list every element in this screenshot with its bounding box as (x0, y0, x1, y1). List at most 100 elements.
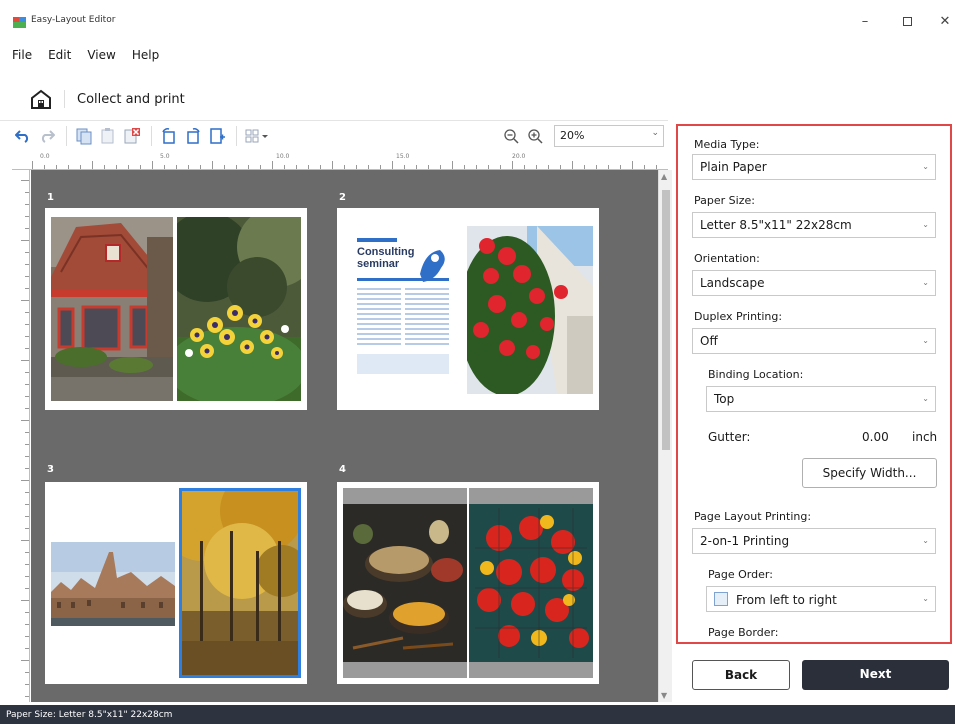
page-1[interactable] (45, 208, 307, 410)
gutter-label: Gutter: (708, 430, 751, 444)
ruler-tick (21, 540, 29, 541)
duplex-printing-select[interactable]: Off ⌄ (692, 328, 936, 354)
maximize-button[interactable] (892, 12, 922, 32)
menu-edit[interactable]: Edit (38, 45, 77, 67)
page-layout-printing-select[interactable]: 2-on-1 Printing ⌄ (692, 528, 936, 554)
ruler-tick (356, 165, 357, 169)
rotate-right-icon[interactable] (182, 125, 204, 147)
orientation-select[interactable]: Landscape ⌄ (692, 270, 936, 296)
scroll-up-icon[interactable]: ▲ (661, 172, 667, 181)
gutter-unit: inch (912, 430, 938, 444)
specify-width-button[interactable]: Specify Width... (802, 458, 937, 488)
tomatoes-photo[interactable] (469, 488, 593, 678)
ruler-tick (620, 165, 621, 169)
ruler-tick (25, 324, 29, 325)
back-button[interactable]: Back (692, 660, 790, 690)
ruler-tick (548, 165, 549, 169)
page-3[interactable] (45, 482, 307, 684)
ruler-tick (25, 636, 29, 637)
zoom-out-icon[interactable] (500, 125, 522, 147)
page-number: 2 (339, 192, 346, 203)
layout-grid-icon[interactable] (243, 125, 277, 147)
ruler-tick (25, 624, 29, 625)
ruler-tick (392, 161, 393, 169)
media-type-select[interactable]: Plain Paper ⌄ (692, 154, 936, 180)
ruler-tick (644, 165, 645, 169)
ruler-tick (25, 612, 29, 613)
page-4[interactable] (337, 482, 599, 684)
delete-page-icon[interactable] (121, 125, 143, 147)
undo-icon[interactable] (12, 125, 34, 147)
close-button[interactable]: ✕ (930, 12, 955, 32)
page-number: 4 (339, 464, 346, 475)
red-flowers-photo[interactable] (467, 226, 593, 394)
ruler-tick (25, 396, 29, 397)
spices-photo[interactable] (343, 488, 467, 678)
rotate-left-icon[interactable] (158, 125, 180, 147)
ruler-tick (536, 165, 537, 169)
add-page-icon[interactable] (206, 125, 228, 147)
ruler-tick (272, 161, 273, 169)
scroll-down-icon[interactable]: ▼ (661, 691, 667, 700)
paper-size-select[interactable]: Letter 8.5"x11" 22x28cm ⌄ (692, 212, 936, 238)
scrollbar-thumb[interactable] (662, 190, 670, 450)
canvas-scrollbar[interactable]: ▲ ▼ (658, 170, 672, 702)
menu-view[interactable]: View (77, 45, 121, 67)
layout-canvas[interactable]: 1 2 Consulting seminar 3 4 (31, 170, 658, 702)
pansy-flowers-photo[interactable] (177, 217, 301, 401)
ruler-tick (200, 165, 201, 169)
zoom-in-icon[interactable] (524, 125, 546, 147)
maximize-icon (902, 17, 912, 26)
ruler-tick (25, 372, 29, 373)
ruler-tick (428, 165, 429, 169)
ruler-tick (25, 432, 29, 433)
redo-icon[interactable] (36, 125, 58, 147)
page-2[interactable]: Consulting seminar (337, 208, 599, 410)
ruler-tick (25, 696, 29, 697)
ruler-tick (440, 165, 441, 169)
gutter-value: 0.00 (862, 430, 889, 444)
binding-location-value: Top (714, 392, 735, 406)
paste-page-icon[interactable] (97, 125, 119, 147)
flyer-text-block (357, 288, 401, 348)
ruler-tick (25, 384, 29, 385)
ruler-tick (25, 228, 29, 229)
house-photo[interactable] (51, 217, 173, 401)
ruler-tick (25, 192, 29, 193)
ruler-tick (524, 165, 525, 169)
ruler-tick (25, 648, 29, 649)
ruler-tick (500, 165, 501, 169)
seminar-flyer[interactable]: Consulting seminar (353, 234, 453, 384)
chevron-down-icon: ⌄ (922, 162, 929, 171)
ruler-tick (176, 165, 177, 169)
minimize-button[interactable]: – (850, 12, 880, 32)
breadcrumb-separator (64, 90, 65, 108)
copy-page-icon[interactable] (73, 125, 95, 147)
ruler-tick (32, 161, 33, 169)
breadcrumb: Collect and print (30, 86, 185, 112)
page-number: 3 (47, 464, 54, 475)
page-order-label: Page Order: (708, 568, 773, 581)
ruler-tick (25, 348, 29, 349)
ruler-tick (92, 161, 93, 169)
menu-file[interactable]: File (12, 45, 38, 67)
chevron-down-icon: ⌄ (651, 128, 659, 138)
autumn-trees-photo-selected[interactable] (179, 488, 301, 678)
horizontal-ruler: 0.0 5.0 10.0 15.0 20.0 (12, 152, 668, 170)
vertical-ruler (0, 170, 30, 702)
castle-town-photo[interactable] (51, 542, 175, 626)
ruler-tick (25, 312, 29, 313)
binding-location-select[interactable]: Top ⌄ (706, 386, 936, 412)
toolbar: 20% ⌄ (0, 120, 668, 150)
menu-help[interactable]: Help (122, 45, 165, 67)
paper-size-label: Paper Size: (694, 194, 755, 207)
ruler-tick (25, 204, 29, 205)
flyer-footer (357, 354, 449, 374)
ruler-tick (488, 165, 489, 169)
home-icon[interactable] (30, 88, 52, 110)
zoom-select[interactable]: 20% ⌄ (554, 125, 664, 147)
ruler-tick (212, 161, 213, 169)
ruler-tick (25, 456, 29, 457)
page-order-select[interactable]: From left to right ⌄ (706, 586, 936, 612)
next-button[interactable]: Next (802, 660, 949, 690)
